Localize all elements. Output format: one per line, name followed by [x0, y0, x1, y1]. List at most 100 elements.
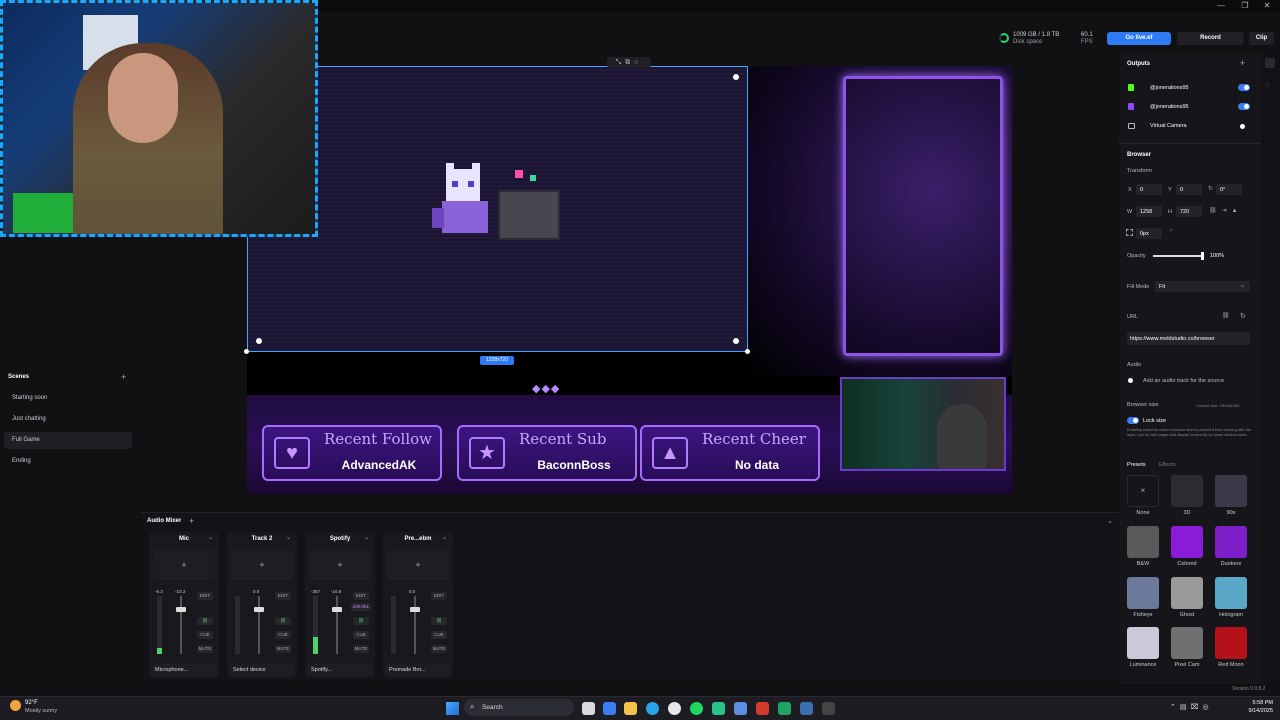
cue-button[interactable]: CUE	[275, 631, 291, 639]
edit-button[interactable]: EDIT	[275, 592, 291, 600]
minimize-button[interactable]: —	[1212, 0, 1230, 11]
meld-studio-icon[interactable]	[734, 702, 747, 715]
sun-icon[interactable]	[10, 700, 21, 711]
clip-button[interactable]: Clip	[1249, 32, 1274, 45]
preset-thumbnail[interactable]	[1171, 577, 1203, 609]
effects-tab[interactable]: Effects	[1159, 462, 1176, 468]
scene-item-active[interactable]: Full Game	[4, 432, 132, 449]
resize-handle[interactable]	[733, 74, 739, 80]
device-select[interactable]: Microphone...	[151, 664, 217, 676]
close-button[interactable]: ✕	[1258, 0, 1276, 11]
preset-thumbnail[interactable]	[1171, 526, 1203, 558]
chevron-down-icon[interactable]: ⌄	[364, 534, 369, 541]
preset-thumbnail[interactable]	[1127, 526, 1159, 558]
app-icon[interactable]	[712, 702, 725, 715]
opacity-slider-handle[interactable]	[1201, 252, 1204, 260]
cue-button[interactable]: CUE	[431, 631, 447, 639]
record-button[interactable]: Record	[1177, 32, 1244, 45]
volume-fader[interactable]	[180, 596, 182, 654]
chrome-icon[interactable]	[668, 702, 681, 715]
cue-button[interactable]: CUE	[197, 631, 213, 639]
preset-thumbnail[interactable]	[1171, 475, 1203, 507]
link-icon[interactable]: ⛓	[1222, 312, 1230, 319]
webcam-overlay[interactable]	[0, 0, 318, 237]
chevron-down-icon[interactable]: ⌄	[208, 534, 213, 541]
volume-fader[interactable]	[336, 596, 338, 654]
taskbar-search[interactable]: Search	[464, 699, 574, 716]
file-explorer-icon[interactable]	[624, 702, 637, 715]
scene-item[interactable]: Just chatting	[4, 411, 132, 428]
edit-button[interactable]: EDIT	[353, 592, 369, 600]
go-live-button[interactable]: Go live.ef	[1107, 32, 1171, 45]
maximize-button[interactable]: ❐	[1236, 0, 1254, 11]
add-filter-button[interactable]: +	[231, 550, 293, 580]
lock-size-toggle[interactable]	[1127, 417, 1139, 424]
mute-button[interactable]: MUTE	[197, 645, 213, 653]
mute-button[interactable]: MUTE	[275, 645, 291, 653]
scene-item[interactable]: Ending	[4, 453, 132, 470]
preset-thumbnail[interactable]	[1127, 577, 1159, 609]
fill-mode-select[interactable]	[1155, 281, 1250, 292]
volume-fader[interactable]	[258, 596, 260, 654]
edit-button[interactable]: EDIT	[197, 592, 213, 600]
resize-handle[interactable]	[256, 338, 262, 344]
fader-knob[interactable]	[254, 607, 264, 612]
chat-icon[interactable]: ◌	[1265, 80, 1270, 89]
preset-thumbnail[interactable]	[1171, 627, 1203, 659]
add-track-button[interactable]: +	[189, 516, 194, 526]
volume-fader[interactable]	[414, 596, 416, 654]
overlay-frame[interactable]	[748, 66, 1012, 376]
collapse-mixer-icon[interactable]: ⌄	[1107, 517, 1113, 525]
task-view-icon[interactable]	[582, 702, 595, 715]
preset-thumbnail[interactable]	[1215, 577, 1247, 609]
panel-toggle-icon[interactable]	[1265, 58, 1275, 68]
preset-thumbnail[interactable]	[1127, 627, 1159, 659]
fader-knob[interactable]	[332, 607, 342, 612]
terminal-icon[interactable]	[822, 702, 835, 715]
chevron-down-icon[interactable]: ⌄	[442, 534, 447, 541]
news-icon[interactable]	[756, 702, 769, 715]
resize-handle[interactable]	[745, 349, 750, 354]
link-icon[interactable]: ⛓	[197, 617, 213, 625]
device-select[interactable]: Select device	[229, 664, 295, 676]
add-output-button[interactable]: +	[1240, 58, 1245, 68]
mute-button[interactable]: MUTE	[353, 645, 369, 653]
link-icon[interactable]: ⛓	[353, 617, 369, 625]
fader-knob[interactable]	[410, 607, 420, 612]
excel-icon[interactable]	[778, 702, 791, 715]
windows-start-icon[interactable]	[446, 702, 459, 715]
add-filter-button[interactable]: +	[387, 550, 449, 580]
edge-icon[interactable]	[646, 702, 659, 715]
preset-thumbnail[interactable]	[1215, 526, 1247, 558]
resize-handle[interactable]	[244, 349, 249, 354]
link-icon[interactable]: ⛓	[431, 617, 447, 625]
add-filter-button[interactable]: +	[309, 550, 371, 580]
cue-button[interactable]: CUE	[353, 631, 369, 639]
copilot-icon[interactable]	[603, 702, 616, 715]
system-tray-icons[interactable]: ⌃▤⌧◎	[1170, 703, 1213, 711]
output-toggle[interactable]	[1238, 84, 1250, 91]
device-select[interactable]: Premade Bor...	[385, 664, 451, 676]
chevron-down-icon[interactable]: ⌄	[286, 534, 291, 541]
preset-thumbnail[interactable]	[1215, 627, 1247, 659]
corner-icon[interactable]: ⌜	[1170, 229, 1173, 236]
link-icon[interactable]: ⛓	[275, 617, 291, 625]
layer-toolbar[interactable]: ⤡⧉○	[607, 57, 651, 68]
mute-button[interactable]: MUTE	[431, 645, 447, 653]
fader-knob[interactable]	[176, 607, 186, 612]
resize-handle[interactable]	[733, 338, 739, 344]
output-status-dot[interactable]	[1240, 124, 1245, 129]
output-toggle[interactable]	[1238, 103, 1250, 110]
steam-icon[interactable]	[800, 702, 813, 715]
audio-radio[interactable]	[1128, 378, 1133, 383]
add-scene-button[interactable]: +	[121, 372, 126, 382]
preset-thumbnail[interactable]: ×	[1127, 475, 1159, 507]
device-select[interactable]: Spotify...	[307, 664, 373, 676]
edit-button[interactable]: EDIT	[431, 592, 447, 600]
scene-item[interactable]: Starting soon	[4, 390, 132, 407]
add-filter-button[interactable]: +	[153, 550, 215, 580]
presets-tab[interactable]: Presets	[1127, 462, 1146, 468]
preset-thumbnail[interactable]	[1215, 475, 1247, 507]
spotify-icon[interactable]	[690, 702, 703, 715]
secondary-webcam[interactable]	[840, 377, 1006, 471]
